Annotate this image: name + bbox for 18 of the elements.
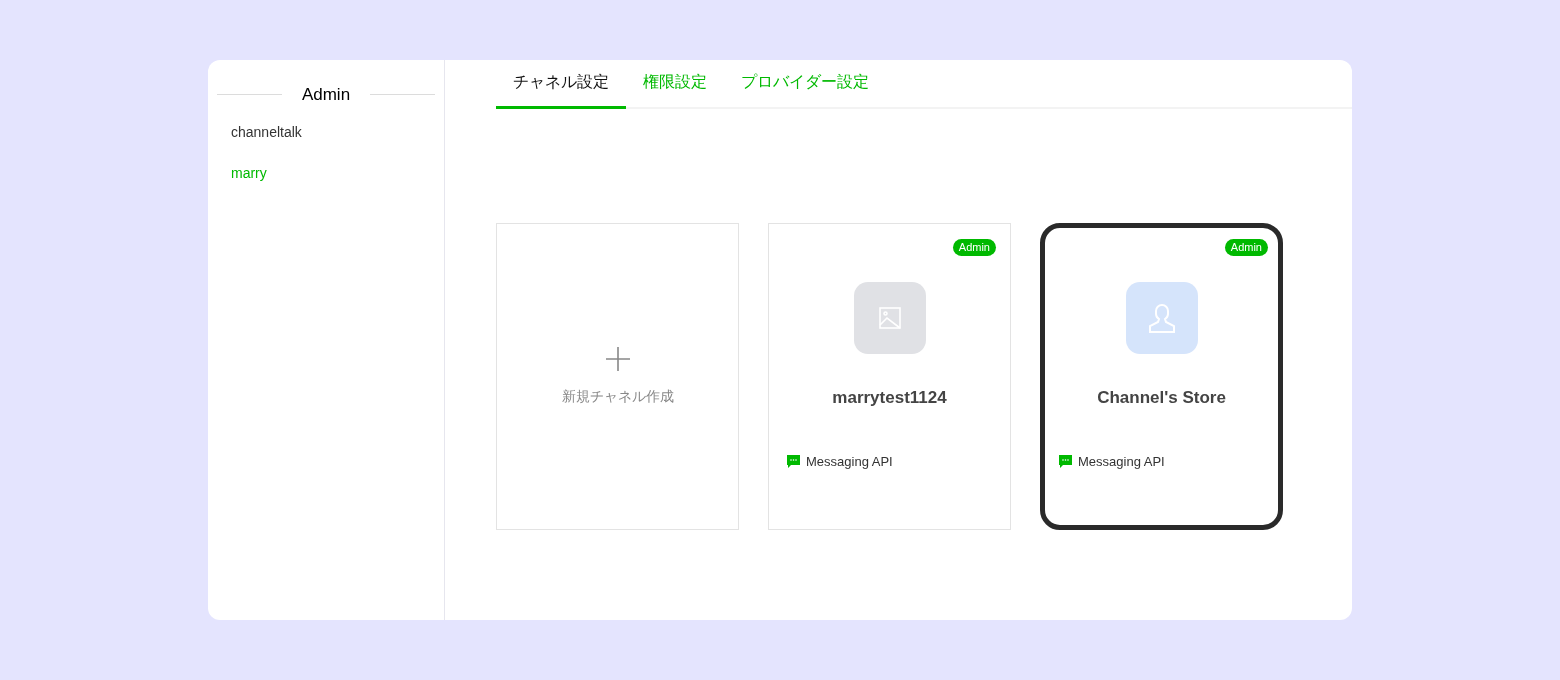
chat-icon (1059, 454, 1072, 468)
channel-type: Messaging API (806, 452, 893, 471)
plus-icon (605, 346, 630, 371)
channel-name: marrytest1124 (832, 387, 947, 409)
person-icon (1147, 303, 1176, 333)
role-badge: Admin (1224, 239, 1268, 256)
image-icon (878, 307, 901, 329)
sidebar-title: Admin (301, 84, 351, 106)
role-badge: Admin (952, 239, 996, 256)
channel-card[interactable]: Admin Channel's Store Messaging API (1040, 223, 1283, 530)
chat-icon (787, 454, 800, 468)
sidebar-item[interactable]: channeltalk (231, 121, 421, 143)
channel-name: Channel's Store (1097, 387, 1226, 409)
card-label: 新規チャネル作成 (561, 386, 674, 406)
channel-card[interactable]: Admin marrytest1124 Messaging API (768, 223, 1011, 530)
tab[interactable]: チャネル設定 (496, 60, 626, 109)
channel-type: Messaging API (1078, 452, 1165, 471)
new-channel-card[interactable]: 新規チャネル作成 (496, 223, 739, 530)
